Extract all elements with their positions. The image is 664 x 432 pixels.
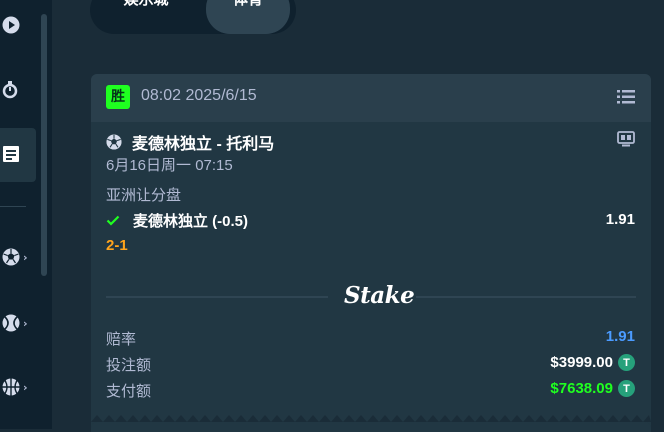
final-score: 2-1 <box>106 237 128 254</box>
odds-value-text: 1.91 <box>605 328 635 345</box>
sidebar-item-soccer[interactable]: › <box>2 248 28 266</box>
divider-right <box>416 296 636 298</box>
stopwatch-icon <box>2 81 18 99</box>
play-circle-icon <box>2 16 20 34</box>
tab-casino[interactable]: 娱乐城 <box>100 0 192 34</box>
divider-left <box>106 296 328 298</box>
tennis-ball-icon <box>2 314 20 332</box>
sidebar-item-live[interactable] <box>2 16 20 34</box>
market-name: 亚洲让分盘 <box>106 187 182 204</box>
match-start-time: 6月16日周一 07:15 <box>106 157 233 174</box>
sidebar-scrollbar[interactable] <box>41 14 47 276</box>
bet-card-header: 胜 08:02 2025/6/15 <box>91 74 651 122</box>
sidebar-item-my-bets[interactable] <box>3 146 19 162</box>
odds-value: 1.91 <box>606 328 635 345</box>
selection-name: 麦德林独立 (-0.5) <box>133 213 249 230</box>
chevron-right-icon: › <box>23 250 28 264</box>
payout-label: 支付额 <box>106 383 152 400</box>
soccer-ball-icon <box>106 134 122 150</box>
casino-sports-toggle: 娱乐城 体育 <box>90 0 296 34</box>
tether-icon: T <box>618 354 635 371</box>
selection-odds: 1.91 <box>605 211 635 228</box>
basketball-icon <box>2 378 20 396</box>
sidebar-divider <box>0 206 26 207</box>
betslip-icon <box>3 146 19 162</box>
chevron-right-icon: › <box>23 380 28 394</box>
sidebar-item-tennis[interactable]: › <box>2 314 28 332</box>
live-stream-icon[interactable] <box>617 131 635 147</box>
soccer-ball-icon <box>2 248 20 266</box>
stake-amount-text: $3999.00 <box>550 354 613 371</box>
sidebar-item-upcoming[interactable] <box>2 81 18 99</box>
next-bet-card <box>91 422 651 432</box>
sidebar-item-basketball[interactable]: › <box>2 378 28 396</box>
match-row[interactable]: 麦德林独立 - 托利马 <box>106 130 274 154</box>
stake-logo: Stake <box>344 282 415 309</box>
payout-value: $7638.09 T <box>550 380 635 397</box>
tether-icon: T <box>618 380 635 397</box>
odds-label: 赔率 <box>106 331 137 348</box>
bet-placed-time: 08:02 2025/6/15 <box>141 87 257 104</box>
selection-row: 麦德林独立 (-0.5) <box>106 210 248 231</box>
win-badge: 胜 <box>106 85 130 109</box>
tab-sports[interactable]: 体育 <box>206 0 290 34</box>
ticket-zigzag-edge <box>91 415 651 422</box>
sidebar: › › › <box>0 0 52 429</box>
chevron-right-icon: › <box>23 316 28 330</box>
payout-amount-text: $7638.09 <box>550 380 613 397</box>
check-icon <box>106 215 120 226</box>
bet-card: 胜 08:02 2025/6/15 麦德林独立 - 托利马 6月16日周一 07… <box>91 74 651 429</box>
stake-amount-label: 投注额 <box>106 357 152 374</box>
stake-amount-value: $3999.00 T <box>550 354 635 371</box>
match-title[interactable]: 麦德林独立 - 托利马 <box>132 130 274 154</box>
list-menu-icon[interactable] <box>617 90 635 104</box>
